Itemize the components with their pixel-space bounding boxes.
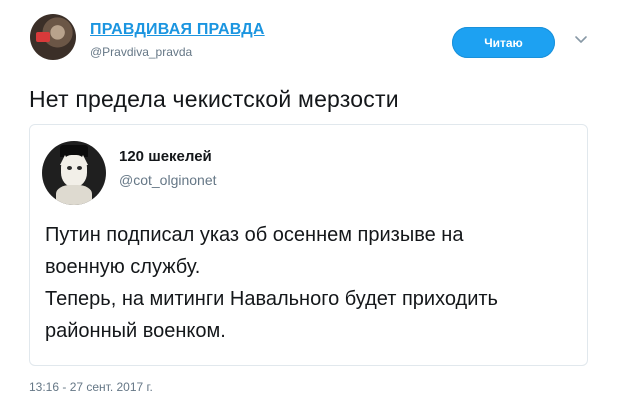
follow-button[interactable]: Читаю [452, 27, 555, 58]
chevron-down-icon[interactable] [572, 31, 590, 49]
quoted-tweet-text: Путин подписал указ об осеннем призыве н… [45, 219, 575, 347]
quoted-author-name[interactable]: 120 шекелей [119, 148, 212, 165]
tweet-timestamp[interactable]: 13:16 - 27 сент. 2017 г. [29, 380, 153, 394]
author-handle[interactable]: @Pravdiva_pravda [90, 45, 192, 59]
author-avatar[interactable] [30, 14, 76, 60]
author-name[interactable]: ПРАВДИВАЯ ПРАВДА [90, 21, 265, 39]
quoted-tweet-line: военную службу. [45, 256, 201, 278]
quoted-author-avatar[interactable] [42, 141, 106, 205]
quoted-tweet-card[interactable]: 120 шекелей @cot_olginonet Путин подписа… [29, 124, 588, 366]
quoted-author-handle[interactable]: @cot_olginonet [119, 172, 217, 188]
tweet-text: Нет предела чекистской мерзости [29, 86, 399, 112]
quoted-tweet-line: Путин подписал указ об осеннем призыве н… [45, 224, 464, 246]
quoted-tweet-line: районный военком. [45, 320, 226, 342]
quoted-tweet-line: Теперь, на митинги Навального будет прих… [45, 288, 498, 310]
